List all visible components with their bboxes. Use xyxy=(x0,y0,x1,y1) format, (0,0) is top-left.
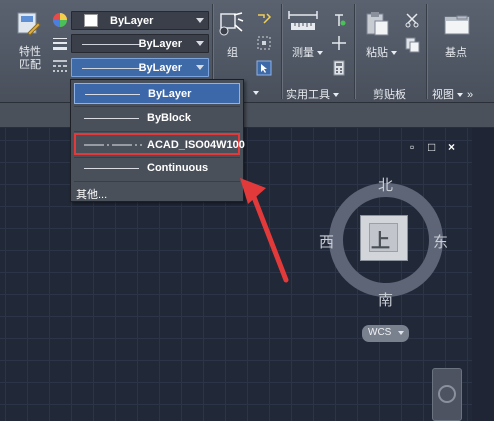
viewport-restore-button[interactable]: □ xyxy=(428,141,435,153)
linetype-sample xyxy=(85,94,140,95)
group-panel-arrow[interactable] xyxy=(250,87,259,100)
color-combo-value: ByLayer xyxy=(110,15,154,27)
panel-divider xyxy=(281,4,282,99)
compass-south[interactable]: 南 xyxy=(378,289,393,310)
linetype-option-other[interactable]: 其他... xyxy=(76,186,107,202)
clipboard-panel-title: 剪贴板 xyxy=(373,89,406,101)
utilities-panel-title-text: 实用工具 xyxy=(286,89,330,101)
linetype-sample xyxy=(84,118,139,119)
linetype-dropdown: ByLayer ByBlock ACAD_ISO04W100 Continuou… xyxy=(70,79,245,202)
dash-dot-linetype-sample xyxy=(84,144,142,146)
measure-icon[interactable] xyxy=(287,9,319,35)
autocad-window: 特性 匹配 ByLayer ByLayer ByLayer 组 测量 粘贴 基点… xyxy=(0,0,494,421)
measure-label[interactable]: 测量 xyxy=(292,47,323,60)
wcs-label: WCS xyxy=(368,327,392,338)
panel-expand-icon[interactable]: » xyxy=(467,89,473,101)
lineweight-icon[interactable] xyxy=(52,35,68,51)
quick-calc-icon[interactable] xyxy=(331,12,347,28)
paste-label-text: 粘贴 xyxy=(366,47,388,59)
linetype-option-label: ACAD_ISO04W100 xyxy=(147,139,245,151)
paste-icon[interactable] xyxy=(364,10,390,36)
lineweight-combo-value: ByLayer xyxy=(138,38,182,50)
compass-east[interactable]: 东 xyxy=(433,231,448,252)
linetype-option-continuous[interactable]: Continuous xyxy=(74,158,240,179)
linetype-icon[interactable] xyxy=(52,58,68,74)
linetype-option-bylayer[interactable]: ByLayer xyxy=(74,83,240,104)
group-label: 组 xyxy=(227,47,238,59)
compass-west[interactable]: 西 xyxy=(319,231,334,252)
linetype-option-label: ByBlock xyxy=(147,112,192,124)
viewport-minimize-button[interactable]: ▫ xyxy=(410,141,414,153)
linetype-option-acad-iso04w100[interactable]: ACAD_ISO04W100 xyxy=(74,133,245,155)
group-select-icon[interactable] xyxy=(256,60,272,76)
calculator-icon[interactable] xyxy=(331,60,347,76)
panel-divider xyxy=(354,4,355,99)
lineweight-combo[interactable]: ByLayer xyxy=(71,34,209,53)
separator xyxy=(74,131,240,132)
group-icon[interactable] xyxy=(218,11,244,37)
viewcube-face-label: 上 xyxy=(371,231,391,252)
match-props-label-1: 特性 xyxy=(19,46,41,58)
color-swatch xyxy=(84,14,98,27)
chevron-down-icon xyxy=(196,18,204,23)
chevron-down-icon xyxy=(196,65,204,70)
chevron-down-icon xyxy=(398,331,404,335)
linetype-option-label: Continuous xyxy=(147,162,209,174)
compass-north[interactable]: 北 xyxy=(378,174,393,195)
linetype-combo-value: ByLayer xyxy=(138,62,182,74)
cut-icon[interactable] xyxy=(404,12,420,28)
linetype-option-byblock[interactable]: ByBlock xyxy=(74,108,240,129)
match-properties-icon xyxy=(17,12,41,36)
match-props-label-2: 匹配 xyxy=(19,59,41,71)
paste-label[interactable]: 粘贴 xyxy=(366,47,397,60)
view-panel-title-text: 视图 xyxy=(432,89,454,101)
id-point-icon[interactable] xyxy=(331,35,347,51)
linetype-combo[interactable]: ByLayer xyxy=(71,58,209,77)
measure-label-text: 测量 xyxy=(292,47,314,59)
ungroup-icon[interactable] xyxy=(256,12,272,28)
lineweight-preview xyxy=(82,44,140,45)
viewport-edge xyxy=(472,128,494,421)
annotation-arrow-icon xyxy=(240,178,289,283)
chevron-down-icon xyxy=(196,41,204,46)
wcs-menu-button[interactable]: WCS xyxy=(362,325,409,342)
view-panel-title[interactable]: 视图 » xyxy=(432,86,473,102)
viewport-close-button[interactable]: × xyxy=(448,141,455,153)
group-edit-icon[interactable] xyxy=(256,35,272,51)
panel-divider xyxy=(426,4,427,99)
base-point-icon[interactable] xyxy=(443,12,473,38)
copy-icon[interactable] xyxy=(404,37,420,53)
separator xyxy=(74,106,240,107)
color-wheel-icon[interactable] xyxy=(52,12,68,28)
separator xyxy=(74,181,240,182)
steering-wheel-icon[interactable] xyxy=(438,385,456,403)
linetype-preview xyxy=(82,68,140,69)
utilities-panel-title[interactable]: 实用工具 xyxy=(286,86,339,102)
color-combo[interactable]: ByLayer xyxy=(71,11,209,30)
linetype-sample xyxy=(84,168,139,169)
linetype-option-label: ByLayer xyxy=(148,88,192,100)
base-label: 基点 xyxy=(445,47,467,59)
